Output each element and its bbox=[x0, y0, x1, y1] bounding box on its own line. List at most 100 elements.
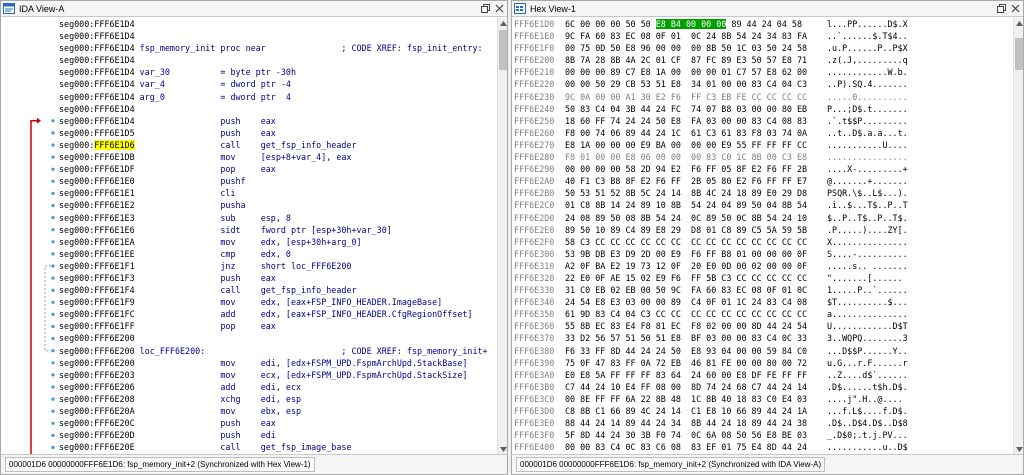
listing-line[interactable]: seg000:FFF6E1D4 bbox=[59, 18, 497, 30]
hex-row[interactable]: FFF6E340 24 54 E8 E3 03 00 00 89 C4 0F 01… bbox=[512, 296, 1013, 308]
hex-row[interactable]: FFF6E390 75 0F 47 83 FF 0A 72 EB 46 81 FE… bbox=[512, 357, 1013, 369]
hex-row[interactable]: FFF6E270 E8 1A 00 00 00 E9 BA 00 00 00 E9… bbox=[512, 139, 1013, 151]
hex-row[interactable]: FFF6E3A0 E0 E8 5A FF FF FF 83 64 24 60 00… bbox=[512, 369, 1013, 381]
listing-line[interactable]: seg000:FFF6E1E2 pusha bbox=[59, 199, 497, 211]
hex-row[interactable]: FFF6E250 18 60 FF 74 24 24 50 E8 FA 03 00… bbox=[512, 115, 1013, 127]
hex-row[interactable]: FFF6E280 F8 01 00 00 E8 06 00 00 00 83 C0… bbox=[512, 151, 1013, 163]
listing-line[interactable]: seg000:FFF6E1E3 sub esp, 8 bbox=[59, 212, 497, 224]
hex-row[interactable]: FFF6E240 50 83 C4 04 3B 44 24 FC 74 07 B8… bbox=[512, 103, 1013, 115]
listing-line[interactable]: seg000:FFF6E208 xchg edi, esp bbox=[59, 393, 497, 405]
ida-view-pane[interactable]: IDA View-A seg000:FFF6E1D4 seg000:FFF6E1D… bbox=[0, 0, 508, 475]
listing-line[interactable]: seg000:FFF6E1D4 push eax bbox=[59, 115, 497, 127]
hex-row[interactable]: FFF6E2A0 40 F1 C3 B8 8F E2 F6 FF 2B 05 80… bbox=[512, 175, 1013, 187]
scroll-up-icon[interactable] bbox=[498, 18, 507, 28]
listing-line[interactable]: seg000:FFF6E1D4 fsp_memory_init proc nea… bbox=[59, 42, 497, 54]
scroll-down-icon[interactable] bbox=[1014, 444, 1023, 454]
listing-line[interactable]: seg000:FFF6E1F4 call get_fsp_info_header bbox=[59, 284, 497, 296]
hex-row[interactable]: FFF6E3B0 C7 44 24 10 E4 FF 08 00 8D 74 24… bbox=[512, 381, 1013, 393]
hex-row[interactable]: FFF6E3E0 88 44 24 14 89 44 24 34 8B 44 24… bbox=[512, 417, 1013, 429]
listing-line[interactable]: seg000:FFF6E1D4 bbox=[59, 54, 497, 66]
hex-dump[interactable]: FFF6E1D0 6C 00 00 00 50 50 E8 B4 00 00 00… bbox=[512, 18, 1013, 454]
close-icon[interactable] bbox=[1009, 2, 1021, 15]
hex-row-ascii: ..P).SQ.4....... bbox=[827, 79, 908, 90]
restore-icon[interactable] bbox=[995, 2, 1007, 15]
ida-vertical-scrollbar[interactable] bbox=[497, 18, 507, 454]
hex-row[interactable]: FFF6E320 22 E0 0F AE 15 02 E9 F6 FF 5B C3… bbox=[512, 272, 1013, 284]
hex-row[interactable]: FFF6E1E0 9C FA 60 83 EC 08 0F 01 0C 24 8B… bbox=[512, 30, 1013, 42]
ida-view-titlebar[interactable]: IDA View-A bbox=[1, 1, 507, 17]
hex-row[interactable]: FFF6E2F0 58 C3 CC CC CC CC CC CC CC CC CC… bbox=[512, 236, 1013, 248]
hex-row[interactable]: FFF6E3F0 5F 8D 44 24 30 3B F0 74 0C 6A 08… bbox=[512, 429, 1013, 441]
line-text: mov [esp+8+var_4], eax bbox=[134, 152, 352, 163]
hex-row[interactable]: FFF6E3D0 C8 8B C1 66 89 4C 24 14 C1 E8 10… bbox=[512, 405, 1013, 417]
listing-line[interactable]: seg000:FFF6E1D4 var_30 = byte ptr -30h bbox=[59, 66, 497, 78]
hex-row[interactable]: FFF6E3C0 00 8E FF FF 6A 22 8B 48 1C 8B 40… bbox=[512, 393, 1013, 405]
hex-row[interactable]: FFF6E2E0 89 50 10 89 C4 89 E8 29 D8 01 C8… bbox=[512, 224, 1013, 236]
listing-line[interactable]: seg000:FFF6E1D4 var_4 = dword ptr -4 bbox=[59, 78, 497, 90]
listing-line[interactable]: seg000:FFF6E1FF pop eax bbox=[59, 320, 497, 332]
hex-row[interactable]: FFF6E290 00 00 00 00 58 2D 94 E2 F6 FF 05… bbox=[512, 163, 1013, 175]
disassembly-listing[interactable]: seg000:FFF6E1D4 seg000:FFF6E1D4 seg000:FFF… bbox=[59, 18, 497, 454]
listing-line[interactable]: seg000:FFF6E1EE cmp edx, 0 bbox=[59, 248, 497, 260]
listing-line[interactable]: seg000:FFF6E1DF pop eax bbox=[59, 163, 497, 175]
hex-row[interactable]: FFF6E300 53 9B DB E3 D9 2D 00 E9 F6 FF B8… bbox=[512, 248, 1013, 260]
hex-row[interactable]: FFF6E260 F8 00 74 06 89 44 24 1C 61 C3 61… bbox=[512, 127, 1013, 139]
ida-view-icon bbox=[3, 3, 15, 14]
hex-row[interactable]: FFF6E2D0 24 08 89 50 08 8B 54 24 0C 89 50… bbox=[512, 212, 1013, 224]
listing-line[interactable]: seg000:FFF6E20E call get_fsp_image_base bbox=[59, 441, 497, 453]
hex-vertical-scrollbar[interactable] bbox=[1013, 18, 1023, 454]
hex-row[interactable]: FFF6E2C0 01 C8 8B 14 24 89 10 8B 54 24 04… bbox=[512, 199, 1013, 211]
listing-line[interactable]: seg000:FFF6E1F3 push eax bbox=[59, 272, 497, 284]
close-icon[interactable] bbox=[493, 2, 505, 15]
listing-line[interactable]: seg000:FFF6E1E0 pushf bbox=[59, 175, 497, 187]
listing-line[interactable]: seg000:FFF6E200 bbox=[59, 332, 497, 344]
scroll-up-icon[interactable] bbox=[1014, 18, 1023, 28]
hex-row[interactable]: FFF6E1F0 00 75 0D 50 E8 96 00 00 00 8B 50… bbox=[512, 42, 1013, 54]
hex-row[interactable]: FFF6E230 9C 0A 00 00 A1 30 E2 F6 FF C3 EB… bbox=[512, 91, 1013, 103]
hex-row[interactable]: FFF6E1D0 6C 00 00 00 50 50 E8 B4 00 00 00… bbox=[512, 18, 1013, 30]
hex-row-address: FFF6E3A0 bbox=[514, 369, 555, 380]
restore-icon[interactable] bbox=[479, 2, 491, 15]
listing-line[interactable]: seg000:FFF6E1F1 jnz short loc_FFF6E200 bbox=[59, 260, 497, 272]
listing-line[interactable]: seg000:FFF6E203 mov ecx, [edx+FSPM_UPD.F… bbox=[59, 369, 497, 381]
flow-dot bbox=[51, 167, 55, 171]
hex-row[interactable]: FFF6E360 55 8B EC 83 E4 F8 81 EC F8 02 00… bbox=[512, 320, 1013, 332]
hex-row[interactable]: FFF6E330 31 C0 EB 02 EB 00 50 9C FA 60 83… bbox=[512, 284, 1013, 296]
flow-dot bbox=[51, 288, 55, 292]
hex-row[interactable]: FFF6E220 00 00 50 29 CB 53 51 E8 34 01 00… bbox=[512, 78, 1013, 90]
listing-line[interactable]: seg000:FFF6E20C push eax bbox=[59, 417, 497, 429]
ida-view-title: IDA View-A bbox=[19, 3, 65, 14]
listing-line[interactable]: seg000:FFF6E1D6 call get_fsp_info_header bbox=[59, 139, 497, 151]
flow-dot bbox=[51, 361, 55, 365]
listing-line[interactable]: seg000:FFF6E20A mov ebx, esp bbox=[59, 405, 497, 417]
listing-line[interactable]: seg000:FFF6E1DB mov [esp+8+var_4], eax bbox=[59, 151, 497, 163]
listing-line[interactable]: seg000:FFF6E1FC add edx, [eax+FSP_INFO_H… bbox=[59, 308, 497, 320]
listing-line[interactable]: seg000:FFF6E1EA mov edx, [esp+30h+arg_0] bbox=[59, 236, 497, 248]
listing-line[interactable]: seg000:FFF6E1D4 bbox=[59, 30, 497, 42]
hex-row[interactable]: FFF6E2B0 50 53 51 52 8B 5C 24 14 8B 4C 24… bbox=[512, 187, 1013, 199]
listing-line[interactable]: seg000:FFF6E1E6 sidt fword ptr [esp+30h+… bbox=[59, 224, 497, 236]
listing-line[interactable]: seg000:FFF6E200 loc_FFF6E200: ; CODE XRE… bbox=[59, 345, 497, 357]
listing-line[interactable]: seg000:FFF6E206 add edi, ecx bbox=[59, 381, 497, 393]
hex-row[interactable]: FFF6E200 8B 7A 28 8B 4A 2C 01 CF 87 FC 89… bbox=[512, 54, 1013, 66]
listing-line[interactable]: seg000:FFF6E1D4 bbox=[59, 103, 497, 115]
listing-line[interactable]: seg000:FFF6E200 mov edi, [edx+FSPM_UPD.F… bbox=[59, 357, 497, 369]
hex-row-bytes: E8 1A 00 00 00 E9 BA 00 00 00 E9 55 FF F… bbox=[565, 139, 808, 150]
scrollbar-thumb[interactable] bbox=[499, 30, 507, 70]
scroll-down-icon[interactable] bbox=[498, 444, 507, 454]
scrollbar-thumb[interactable] bbox=[1015, 38, 1023, 70]
hex-view-pane[interactable]: Hex View-1 FFF6E1D0 6C 00 00 00 50 50 E8 … bbox=[511, 0, 1024, 475]
listing-line[interactable]: seg000:FFF6E1E1 cli bbox=[59, 187, 497, 199]
hex-row[interactable]: FFF6E380 F6 33 FF 8D 44 24 24 50 E8 93 04… bbox=[512, 345, 1013, 357]
hex-row[interactable]: FFF6E350 61 9D 83 C4 04 C3 CC CC CC CC CC… bbox=[512, 308, 1013, 320]
listing-line[interactable]: seg000:FFF6E1D4 arg_0 = dword ptr 4 bbox=[59, 91, 497, 103]
hex-view-titlebar[interactable]: Hex View-1 bbox=[512, 1, 1023, 17]
listing-line[interactable]: seg000:FFF6E1F9 mov edx, [eax+FSP_INFO_H… bbox=[59, 296, 497, 308]
listing-line[interactable]: seg000:FFF6E20D push edi bbox=[59, 429, 497, 441]
hex-row[interactable]: FFF6E210 00 00 00 89 C7 E8 1A 00 00 00 01… bbox=[512, 66, 1013, 78]
hex-row-bytes: 33 D2 56 57 51 50 51 E8 BF 03 00 00 83 C… bbox=[565, 333, 808, 344]
hex-row[interactable]: FFF6E400 00 00 83 C4 0C 83 C6 08 83 EF 01… bbox=[512, 441, 1013, 453]
hex-row[interactable]: FFF6E310 A2 0F BA E2 19 73 12 0F 20 E0 0D… bbox=[512, 260, 1013, 272]
listing-line[interactable]: seg000:FFF6E1D5 push eax bbox=[59, 127, 497, 139]
hex-row[interactable]: FFF6E370 33 D2 56 57 51 50 51 E8 BF 03 00… bbox=[512, 332, 1013, 344]
